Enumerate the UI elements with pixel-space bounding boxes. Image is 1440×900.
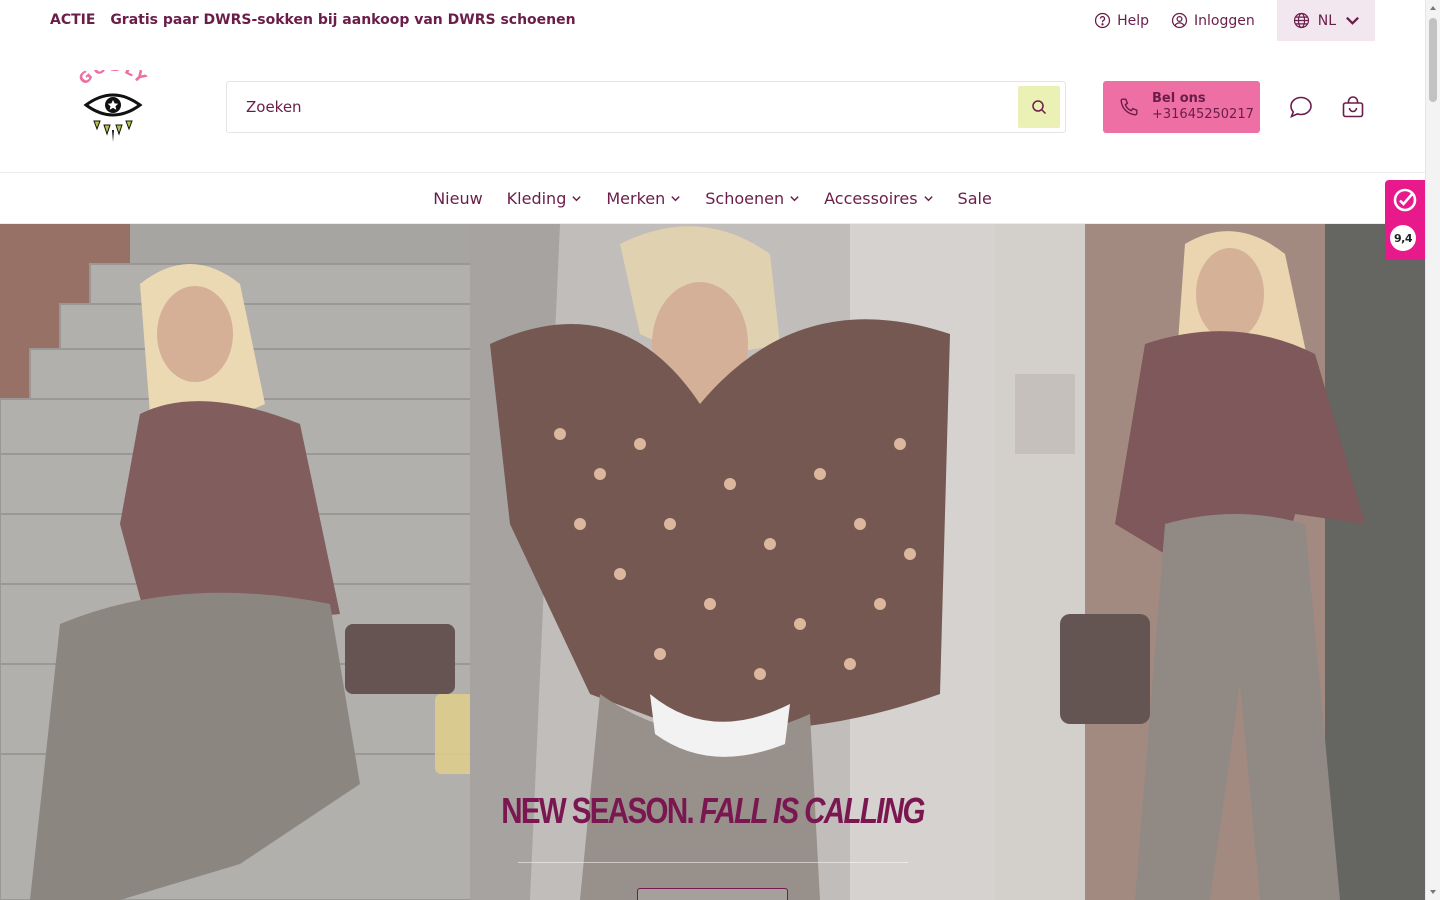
nav-item-merken[interactable]: Merken [606,189,681,208]
nav-label: Accessoires [824,188,918,208]
search-bar [226,81,1066,133]
scrollbar-thumb[interactable] [1429,18,1437,102]
promo-banner[interactable]: ACTIE Gratis paar DWRS-sokken bij aankoo… [50,12,576,28]
help-label: Help [1117,12,1149,29]
review-widget[interactable]: 9,4 [1385,180,1425,260]
hero-title-main: NEW SEASON. [501,790,695,831]
nav-item-accessoires[interactable]: Accessoires [824,189,933,208]
call-number: +31645250217 [1152,107,1254,122]
nav-label: Kleding [506,188,567,208]
chevron-down-icon [671,195,680,201]
promo-text: Gratis paar DWRS-sokken bij aankoop van … [110,12,576,28]
main-navigation: Nieuw Kleding Merken Schoenen Accessoire… [0,172,1425,224]
review-score: 9,4 [1390,225,1416,251]
scroll-up-arrow-icon[interactable] [1429,4,1437,12]
nav-item-nieuw[interactable]: Nieuw [433,189,482,208]
chevron-down-icon [790,195,799,201]
help-link[interactable]: Help [1094,12,1149,29]
globe-icon [1293,12,1309,29]
nav-item-kleding[interactable]: Kleding [507,189,583,208]
login-link[interactable]: Inloggen [1171,12,1255,29]
hero-title: NEW SEASON. FALL IS CALLING [128,790,1297,832]
nav-label: Schoenen [705,188,785,208]
user-icon [1171,12,1188,29]
search-button[interactable] [1018,86,1060,128]
language-label: NL [1317,12,1336,29]
hero-divider [518,862,908,863]
scroll-down-arrow-icon[interactable] [1429,888,1437,896]
search-input[interactable] [227,82,1017,132]
shopping-bag-icon[interactable] [1340,94,1366,120]
phone-icon [1120,98,1138,116]
nav-label: Merken [606,188,666,208]
chat-icon[interactable] [1288,94,1314,120]
godly-logo[interactable]: GODLY [72,70,154,144]
call-us-button[interactable]: Bel ons +31645250217 [1103,81,1260,133]
nav-item-schoenen[interactable]: Schoenen [705,189,800,208]
call-title: Bel ons [1152,91,1206,106]
promo-tag: ACTIE [50,12,96,28]
nav-label: Sale [957,188,992,208]
language-selector[interactable]: NL [1276,0,1375,41]
hero-cta-button[interactable] [637,888,788,900]
top-links: Help Inloggen NL [1094,0,1375,41]
page-scrollbar[interactable] [1425,0,1440,900]
hero-title-accent: FALL IS CALLING [699,790,926,831]
svg-text:GODLY: GODLY [75,70,151,88]
top-bar: ACTIE Gratis paar DWRS-sokken bij aankoo… [0,0,1425,41]
help-icon [1094,12,1111,29]
search-icon [1032,100,1047,115]
nav-label: Nieuw [433,188,483,208]
review-badge-icon [1393,188,1417,212]
chevron-down-icon [923,195,933,201]
hero-banner[interactable]: NEW SEASON. FALL IS CALLING [0,224,1425,900]
chevron-down-icon [1346,16,1359,25]
chevron-down-icon [572,195,582,201]
nav-item-sale[interactable]: Sale [958,189,992,208]
login-label: Inloggen [1194,12,1255,29]
